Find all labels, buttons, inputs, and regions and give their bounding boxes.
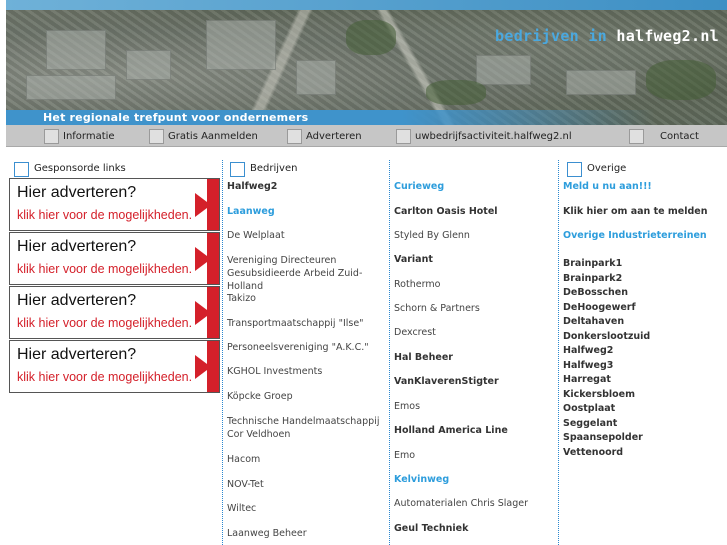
company-link[interactable]: Transportmaatschappij "Ilse" [227,318,364,329]
company-link[interactable]: Automaterialen Chris Slager [394,498,528,509]
ad-banner[interactable]: Hier adverteren? klik hier voor de mogel… [9,340,220,393]
tagline: Het regionale trefpunt voor ondernemers [43,111,309,124]
company-link[interactable]: Styled By Glenn [394,230,470,241]
ad-banner[interactable]: Hier adverteren? klik hier voor de mogel… [9,286,220,339]
company-link[interactable]: De Welplaat [227,230,285,241]
column-divider [558,160,559,545]
nav-bullet-icon [629,128,644,144]
column-divider [389,160,390,545]
area-link[interactable]: Kickersbloem [563,389,635,400]
company-link[interactable]: Laanweg Beheer [227,528,307,539]
nav-adverteren[interactable]: Adverteren [287,127,362,145]
register-here-link[interactable]: Klik hier om aan te melden [563,206,707,217]
area-link[interactable]: Deltahaven [563,316,624,327]
other-areas-link[interactable]: Overige Industrieterreinen [563,230,707,241]
company-link[interactable]: Technische Handelmaatschappij Cor Veldho… [227,415,389,441]
column-divider [222,160,223,545]
nav-contact[interactable]: Contact [629,127,699,145]
overige-heading: Overige [567,161,667,177]
company-link[interactable]: Köpcke Groep [227,391,293,402]
location-link[interactable]: Laanweg [227,206,275,217]
site-title: bedrijven in halfweg2.nl [495,27,719,45]
company-link[interactable]: Halfweg2 [227,181,277,192]
location-link[interactable]: Kelvinweg [394,474,449,485]
nav-bullet-icon [149,128,164,144]
nav-bullet-icon [396,128,411,144]
area-link[interactable]: DeBosschen [563,287,628,298]
area-link[interactable]: Seggelant [563,418,617,429]
area-link[interactable]: Harregat [563,374,611,385]
company-link[interactable]: KGHOL Investments [227,366,322,377]
company-link[interactable]: Carlton Oasis Hotel [394,206,498,217]
heading-box-icon [230,161,245,177]
company-link[interactable]: Variant [394,254,433,265]
ad-banner[interactable]: Hier adverteren? klik hier voor de mogel… [9,178,220,231]
register-link[interactable]: Meld u nu aan!!! [563,181,652,192]
sponsored-heading: Gesponsorde links [14,161,161,177]
company-link[interactable]: Takizo [227,293,256,304]
heading-box-icon [14,161,29,177]
nav-bullet-icon [287,128,302,144]
company-link[interactable]: Holland America Line [394,425,508,436]
nav-informatie[interactable]: Informatie [44,127,115,145]
nav-uwbedrijfsactiviteit[interactable]: uwbedrijfsactiviteit.halfweg2.nl [396,127,572,145]
arrow-icon [195,179,219,230]
location-link[interactable]: Curieweg [394,181,444,192]
company-link[interactable]: VanKlaverenStigter [394,376,499,387]
bedrijven-heading: Bedrijven [230,161,338,177]
area-link[interactable]: DeHoogewerf [563,302,636,313]
arrow-icon [195,287,219,338]
company-link[interactable]: Schorn & Partners [394,303,480,314]
heading-box-icon [567,161,582,177]
nav-gratis-aanmelden[interactable]: Gratis Aanmelden [149,127,258,145]
company-link[interactable]: Geul Techniek [394,523,468,534]
main-nav: Informatie Gratis Aanmelden Adverteren u… [6,125,727,147]
area-link[interactable]: Halfweg3 [563,360,613,371]
company-link[interactable]: Wiltec [227,503,256,514]
area-link[interactable]: Oostplaat [563,403,615,414]
company-link[interactable]: Vereniging Directeuren Gesubsidieerde Ar… [227,254,387,293]
company-link[interactable]: NOV-Tet [227,479,264,490]
company-link[interactable]: Rothermo [394,279,440,290]
company-link[interactable]: Personeelsvereniging "A.K.C." [227,342,369,353]
area-link[interactable]: Spaansepolder [563,432,643,443]
area-link[interactable]: Brainpark2 [563,273,622,284]
company-link[interactable]: Emos [394,401,420,412]
company-link[interactable]: Emo [394,450,415,461]
ad-banner[interactable]: Hier adverteren? klik hier voor de mogel… [9,232,220,285]
company-link[interactable]: Hacom [227,454,260,465]
area-link[interactable]: Brainpark1 [563,258,622,269]
area-link[interactable]: Donkerslootzuid [563,331,650,342]
nav-bullet-icon [44,128,59,144]
arrow-icon [195,341,219,392]
company-link[interactable]: Dexcrest [394,327,436,338]
header-aerial-photo [6,0,727,125]
company-link[interactable]: Hal Beheer [394,352,453,363]
arrow-icon [195,233,219,284]
area-link[interactable]: Vettenoord [563,447,623,458]
area-link[interactable]: Halfweg2 [563,345,613,356]
